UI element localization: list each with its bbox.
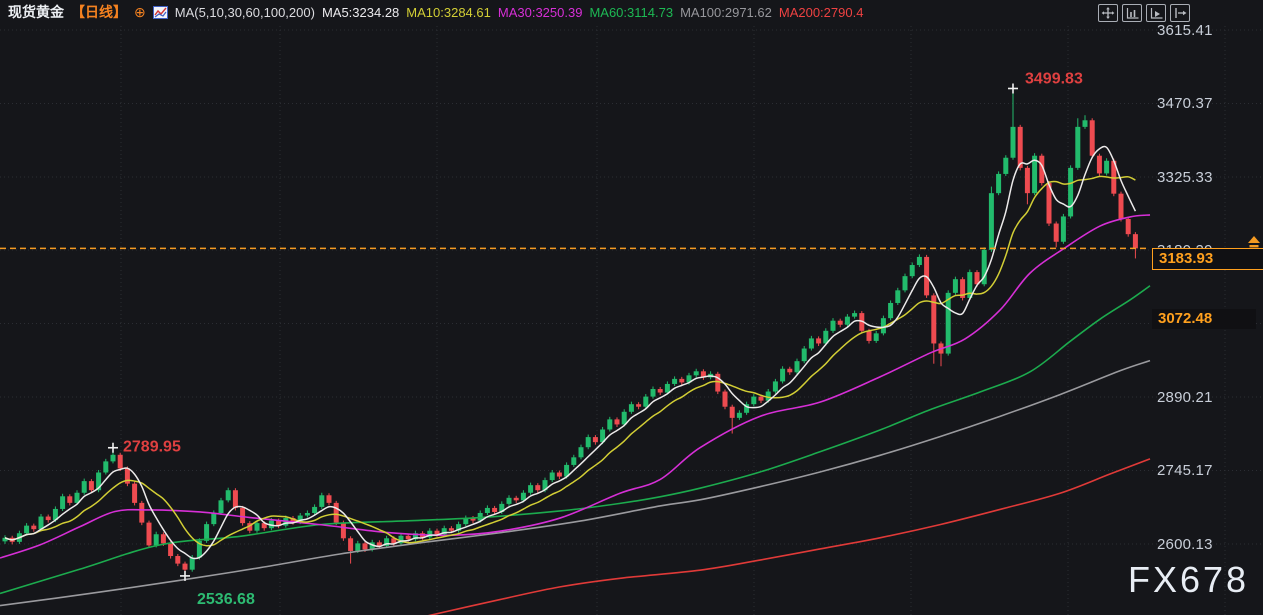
extreme-price-annotation: 2789.95 [123,439,181,456]
fx678-watermark: FX678 [1128,559,1249,601]
chart-toolbar [1098,4,1190,22]
y-axis-label: 2745.17 [1157,462,1237,479]
extreme-price-annotation: 2536.68 [197,591,255,608]
gold-daily-chart-window: 3499.83 2789.95 2536.68 现货黄金 【日线】 ⊕ MA(5,1… [0,0,1263,615]
extreme-price-annotation: 3499.83 [1025,70,1083,87]
pan-icon[interactable] [1098,4,1118,22]
ma10-value: MA10:3284.61 [406,5,491,20]
y-axis-label: 2600.13 [1157,536,1237,553]
ma30-value: MA30:3250.39 [498,5,583,20]
y-axis-label: 3470.37 [1157,95,1237,112]
y-axis-label: 3325.33 [1157,169,1237,186]
gridlines [0,26,1263,615]
mini-chart-icon[interactable] [153,6,168,19]
price-alert-icon[interactable] [1246,234,1262,252]
ma5-value: MA5:3234.28 [322,5,399,20]
ma30-line [0,215,1150,558]
candlestick-chart[interactable]: 3499.83 2789.95 2536.68 [0,0,1263,615]
ma100-value: MA100:2971.62 [680,5,772,20]
candlesticks [3,88,1138,575]
symbol-name: 现货黄金 [8,2,64,22]
price-level-label: 3072.48 [1152,309,1256,329]
ma60-value: MA60:3114.73 [589,5,673,20]
y-axis-label: 3615.41 [1157,22,1237,39]
chart-header: 现货黄金 【日线】 ⊕ MA(5,10,30,60,100,200) MA5:3… [0,0,1263,24]
axis-bars-icon[interactable] [1122,4,1142,22]
y-axis-label: 2890.21 [1157,389,1237,406]
period-label: 【日线】 [71,2,127,22]
ma-settings-label: MA(5,10,30,60,100,200) [175,5,315,20]
circle-plus-icon[interactable]: ⊕ [134,5,146,19]
axis-play-icon[interactable] [1146,4,1166,22]
ma10-line [5,176,1135,545]
ma200-value: MA200:2790.4 [779,5,864,20]
exit-right-icon[interactable] [1170,4,1190,22]
ma200-line [428,459,1150,615]
ma5-line [5,147,1135,559]
